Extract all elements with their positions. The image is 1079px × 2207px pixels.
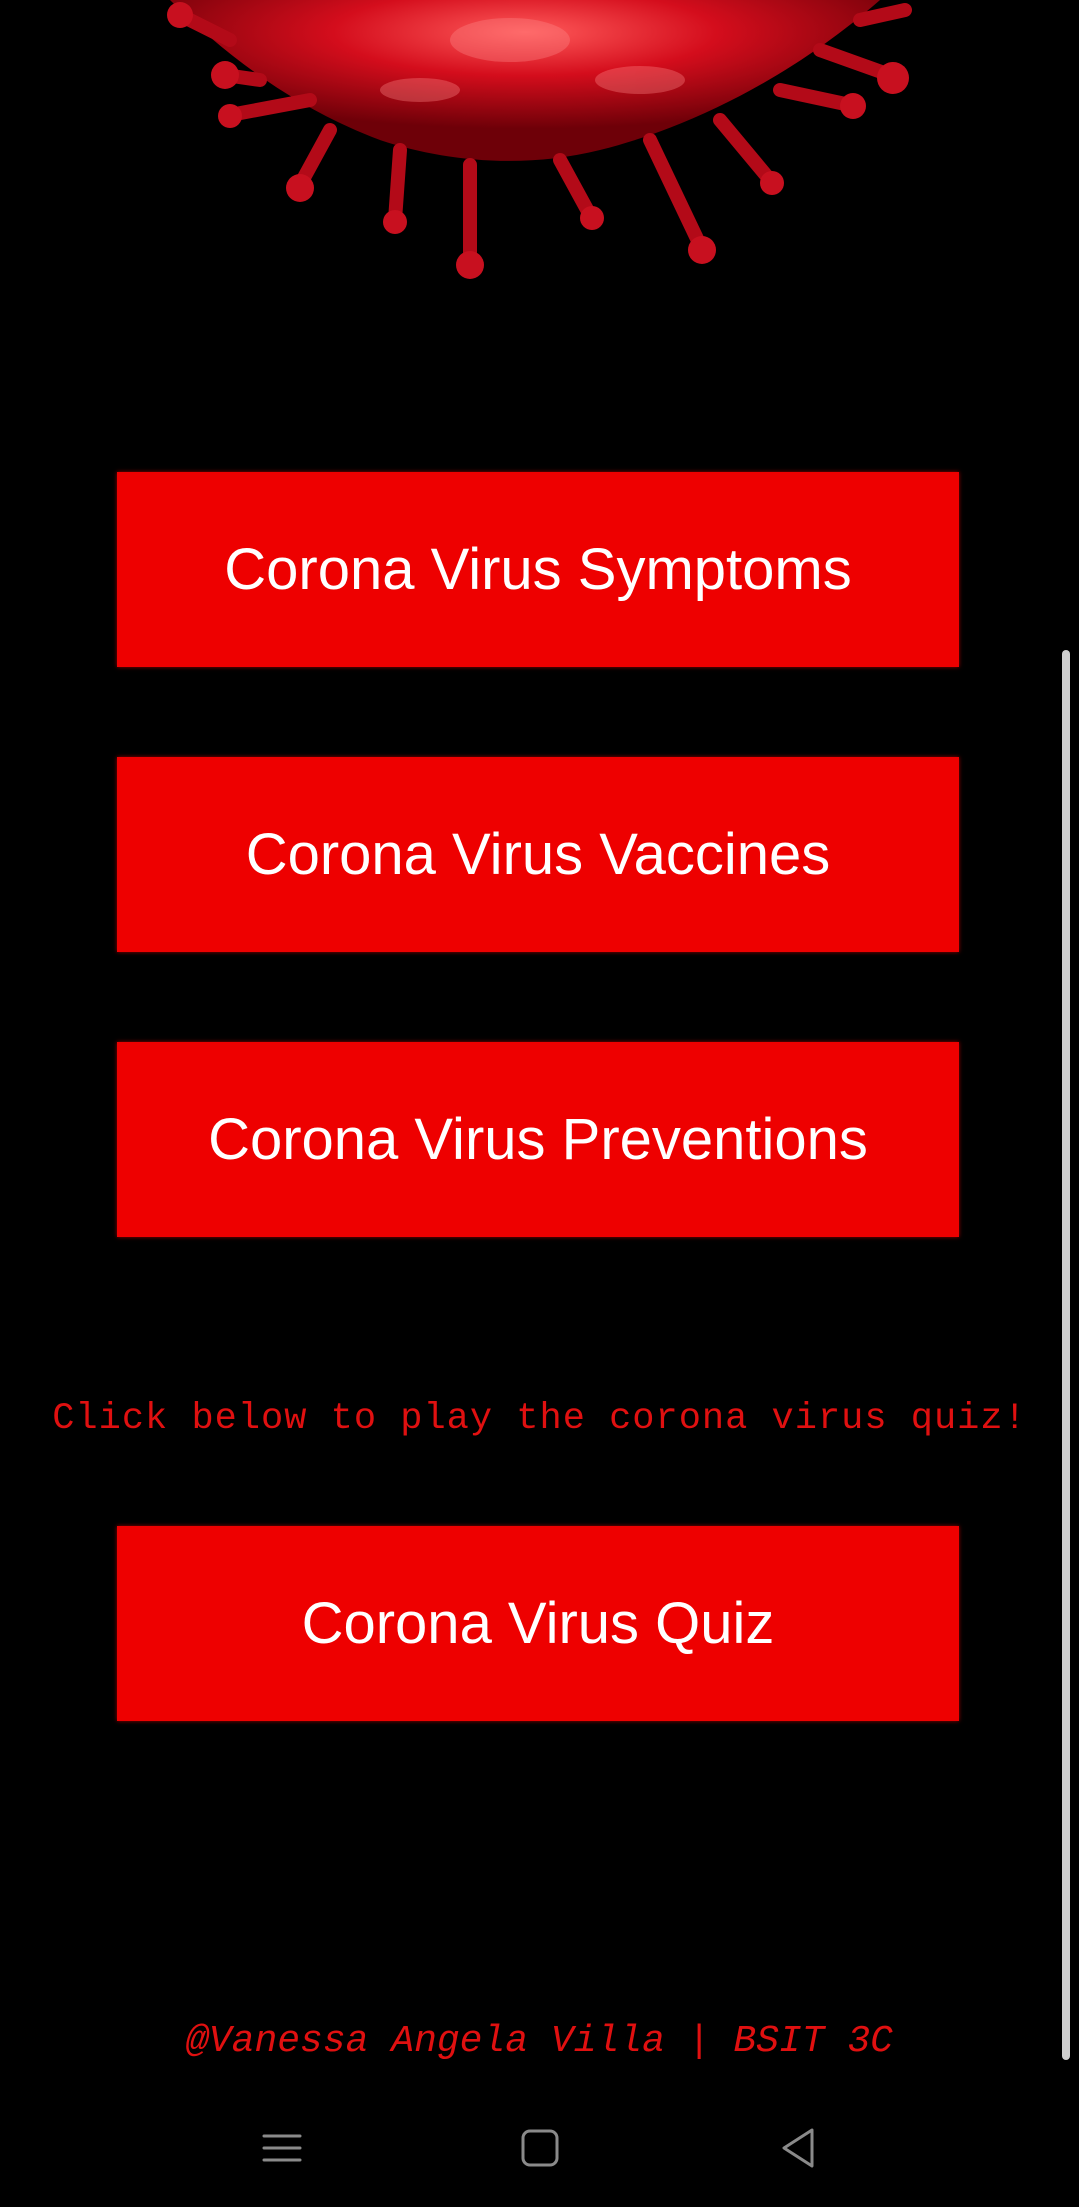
system-nav-bar	[0, 2100, 1079, 2207]
author-credit: @Vanessa Angela Villa | BSIT 3C	[186, 2020, 893, 2063]
vaccines-button[interactable]: Corona Virus Vaccines	[117, 757, 959, 952]
back-icon[interactable]	[768, 2118, 828, 2178]
preventions-button[interactable]: Corona Virus Preventions	[117, 1042, 959, 1237]
home-icon[interactable]	[510, 2118, 570, 2178]
corona-virus-image	[167, 0, 912, 279]
quiz-prompt-text: Click below to play the corona virus qui…	[52, 1398, 1027, 1440]
symptoms-button[interactable]: Corona Virus Symptoms	[117, 472, 959, 667]
scrollbar[interactable]	[1062, 650, 1070, 2060]
menu-icon[interactable]	[252, 2118, 312, 2178]
quiz-button[interactable]: Corona Virus Quiz	[117, 1526, 959, 1721]
